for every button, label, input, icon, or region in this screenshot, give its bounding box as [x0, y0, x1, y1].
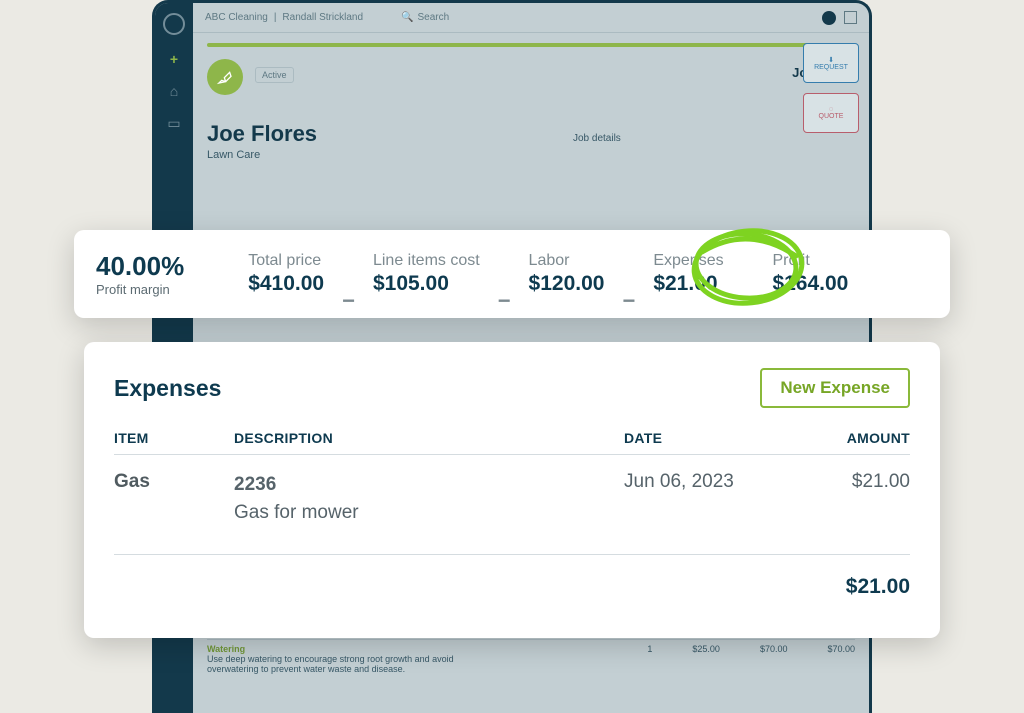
- labor-block: Labor $120.00: [529, 252, 605, 296]
- labor-label: Labor: [529, 252, 605, 270]
- line-item-price: $25.00: [692, 644, 720, 674]
- client-block: Joe Flores Lawn Care: [207, 121, 855, 161]
- expenses-value: $21.00: [653, 272, 723, 296]
- line-item-sub: $70.00: [760, 644, 788, 674]
- new-expense-button[interactable]: New Expense: [760, 368, 910, 408]
- profit-block: Profit $164.00: [772, 252, 848, 296]
- row-amount: $21.00: [794, 471, 910, 526]
- line-items-cost-value: $105.00: [373, 272, 480, 296]
- line-items-cost-label: Line items cost: [373, 252, 480, 270]
- expenses-table: ITEM DESCRIPTION DATE AMOUNT Gas 2236 Ga…: [114, 430, 910, 555]
- profit-value: $164.00: [772, 272, 848, 296]
- expenses-block: Expenses $21.00: [653, 252, 723, 296]
- plus-icon[interactable]: +: [170, 51, 178, 67]
- minus-op-1: −: [342, 288, 355, 318]
- line-item-row: Watering Use deep watering to encourage …: [207, 639, 855, 674]
- expenses-label: Expenses: [653, 252, 723, 270]
- margin-percent: 40.00%: [96, 251, 184, 282]
- col-item-header: ITEM: [114, 430, 234, 446]
- client-name: Joe Flores: [207, 121, 855, 147]
- logo-icon: [163, 13, 185, 35]
- equals-op: =: [742, 288, 755, 318]
- job-details-label: Job details: [573, 133, 621, 144]
- col-desc-header: DESCRIPTION: [234, 430, 624, 446]
- total-price-block: Total price $410.00: [248, 252, 324, 296]
- breadcrumb: ABC Cleaning | Randall Strickland: [205, 12, 363, 23]
- row-desc-line1: 2236: [234, 471, 624, 499]
- table-row[interactable]: Gas 2236 Gas for mower Jun 06, 2023 $21.…: [114, 455, 910, 555]
- expenses-total: $21.00: [114, 555, 910, 599]
- line-items-cost-block: Line items cost $105.00: [373, 252, 480, 296]
- expenses-title: Expenses: [114, 375, 221, 402]
- col-amount-header: AMOUNT: [794, 430, 910, 446]
- margin-label: Profit margin: [96, 282, 184, 297]
- row-date: Jun 06, 2023: [624, 471, 794, 526]
- request-icon: ⬇: [828, 56, 834, 64]
- breadcrumb-org[interactable]: ABC Cleaning: [205, 12, 268, 23]
- calendar-icon[interactable]: ▭: [167, 115, 180, 132]
- line-item-title: Watering: [207, 644, 607, 654]
- expenses-card: Expenses New Expense ITEM DESCRIPTION DA…: [84, 342, 940, 638]
- status-badge: Active: [255, 67, 294, 83]
- row-desc-line2: Gas for mower: [234, 499, 624, 527]
- expenses-table-header: ITEM DESCRIPTION DATE AMOUNT: [114, 430, 910, 455]
- accent-bar: [207, 43, 855, 47]
- flow-quote[interactable]: ◌ QUOTE: [803, 93, 859, 133]
- search-icon: 🔍: [401, 12, 413, 23]
- search-placeholder: Search: [417, 12, 449, 23]
- flow-request[interactable]: ⬇ REQUEST: [803, 43, 859, 83]
- chat-icon[interactable]: [844, 11, 857, 24]
- topbar: ABC Cleaning | Randall Strickland 🔍 Sear…: [193, 3, 869, 33]
- minus-op-3: −: [622, 288, 635, 318]
- margin-block: 40.00% Profit margin: [96, 251, 184, 297]
- breadcrumb-client[interactable]: Randall Strickland: [282, 12, 363, 23]
- line-item-desc: Use deep watering to encourage strong ro…: [207, 654, 487, 674]
- line-item-qty: 1: [647, 644, 652, 674]
- help-icon[interactable]: [822, 11, 836, 25]
- process-flow: ⬇ REQUEST ◌ QUOTE: [803, 43, 859, 133]
- line-item-total: $70.00: [827, 644, 855, 674]
- avatar: [207, 59, 243, 95]
- search[interactable]: 🔍 Search: [401, 12, 449, 23]
- home-icon[interactable]: ⌂: [170, 83, 178, 99]
- minus-op-2: −: [498, 288, 511, 318]
- line-items-area: Watering Use deep watering to encourage …: [193, 633, 869, 713]
- quote-icon: ◌: [829, 106, 833, 113]
- service-type: Lawn Care: [207, 149, 855, 161]
- row-description: 2236 Gas for mower: [234, 471, 624, 526]
- row-item: Gas: [114, 471, 234, 526]
- total-price-label: Total price: [248, 252, 324, 270]
- profit-margin-card: 40.00% Profit margin Total price $410.00…: [74, 230, 950, 318]
- profit-label: Profit: [772, 252, 848, 270]
- total-price-value: $410.00: [248, 272, 324, 296]
- labor-value: $120.00: [529, 272, 605, 296]
- col-date-header: DATE: [624, 430, 794, 446]
